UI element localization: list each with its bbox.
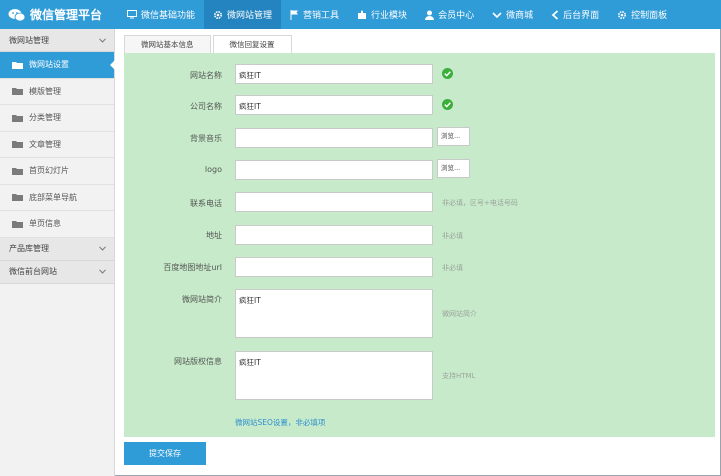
chevron-down-icon [99, 246, 106, 251]
tab-basic-info[interactable]: 微网站基本信息 [124, 35, 211, 53]
site-intro-label: 微网站简介 [182, 295, 222, 304]
check-icon [442, 68, 453, 79]
sidebar-item-label: 底部菜单导航 [29, 192, 77, 202]
sidebar-group-frontend[interactable]: 微信前台网站 [0, 260, 114, 284]
folder-icon [12, 220, 23, 228]
gear-icon [618, 10, 627, 19]
nav-control-panel[interactable]: 控制面板 [608, 0, 676, 29]
nav-label: 后台界面 [563, 11, 600, 21]
nav-industry[interactable]: 行业模块 [348, 0, 416, 29]
folder-icon [12, 141, 23, 149]
phone-hint: 非必填，区号+电话号码 [442, 199, 518, 207]
seo-settings-link[interactable]: 微网站SEO设置，非必填项 [235, 417, 325, 428]
chevron-down-icon [492, 11, 502, 18]
logo-input[interactable] [235, 160, 433, 180]
address-label: 地址 [206, 231, 222, 240]
sidebar-group-label: 微网站管理 [9, 35, 49, 45]
nav-label: 微网站管理 [227, 11, 273, 21]
nav-weixin-basic[interactable]: 微信基础功能 [118, 0, 204, 29]
folder-icon [12, 114, 23, 122]
site-intro-hint: 微网站简介 [442, 310, 477, 318]
chevron-down-icon [99, 37, 106, 43]
browse-music-button[interactable]: 浏览... [437, 127, 470, 146]
form-footer: 提交保存 [124, 437, 715, 470]
sidebar-group-label: 微信前台网站 [9, 267, 57, 276]
settings-tabs: 微网站基本信息 微信回复设置 [124, 35, 294, 53]
folder-icon [12, 88, 23, 96]
nav-backend[interactable]: 后台界面 [542, 0, 608, 29]
sidebar-item-label: 文章管理 [29, 139, 61, 149]
background-music-label: 背景音乐 [190, 134, 222, 143]
map-url-input[interactable] [235, 257, 433, 277]
monitor-icon [127, 10, 137, 19]
sidebar-item-label: 单页信息 [29, 219, 61, 229]
brand: 微信管理平台 [0, 0, 123, 29]
map-url-hint: 非必填 [442, 264, 463, 272]
chevron-down-icon [99, 269, 106, 274]
logo-label: logo [204, 165, 222, 174]
phone-input[interactable] [235, 192, 433, 212]
main-nav: 微信基础功能 微网站管理 营销工具 行业模块 会员中心 微商城 后台界面 控制面… [118, 0, 676, 29]
nav-marketing[interactable]: 营销工具 [281, 0, 348, 29]
sidebar-item-site-settings[interactable]: 微网站设置 [0, 52, 115, 79]
nav-label: 会员中心 [438, 11, 475, 21]
top-nav-bar: 微信管理平台 微信基础功能 微网站管理 营销工具 行业模块 会员中心 微商城 后… [0, 0, 721, 29]
nav-mall[interactable]: 微商城 [483, 0, 542, 29]
tab-reply-settings[interactable]: 微信回复设置 [212, 35, 292, 53]
copyright-textarea[interactable]: 疯狂IT [235, 351, 433, 400]
nav-label: 营销工具 [303, 11, 340, 21]
site-name-input[interactable]: 疯狂IT [235, 64, 433, 84]
sidebar-group-microsite[interactable]: 微网站管理 [0, 29, 114, 52]
nav-label: 微信基础功能 [141, 11, 196, 21]
phone-label: 联系电话 [190, 199, 222, 208]
nav-member[interactable]: 会员中心 [416, 0, 483, 29]
folder-icon [12, 61, 23, 69]
gear-icon [214, 10, 223, 19]
folder-icon [12, 194, 23, 202]
submit-save-button[interactable]: 提交保存 [124, 442, 206, 465]
sidebar-item-label: 模版管理 [29, 86, 61, 96]
form-panel: 网站名称 疯狂IT 公司名称 疯狂IT 背景音乐 浏览... logo 浏览..… [124, 53, 715, 437]
site-intro-textarea[interactable]: 疯狂IT [235, 289, 433, 338]
nav-label: 控制面板 [631, 11, 668, 21]
folder-icon [12, 167, 23, 175]
map-url-label: 百度地图地址url [163, 263, 222, 272]
check-icon [442, 99, 453, 110]
sidebar-item-articles[interactable]: 文章管理 [0, 132, 114, 158]
sidebar-item-label: 首页幻灯片 [29, 166, 69, 176]
sidebar-item-templates[interactable]: 模版管理 [0, 79, 114, 105]
sidebar-item-slideshow[interactable]: 首页幻灯片 [0, 158, 114, 185]
wechat-logo-icon [8, 8, 26, 21]
sidebar-item-single-page[interactable]: 单页信息 [0, 211, 114, 238]
brand-title: 微信管理平台 [30, 8, 103, 22]
site-name-label: 网站名称 [190, 71, 222, 80]
company-name-label: 公司名称 [190, 102, 222, 111]
nav-label: 行业模块 [371, 11, 408, 21]
copyright-label: 网站版权信息 [174, 357, 222, 366]
background-music-input[interactable] [235, 128, 433, 148]
flag-icon [290, 9, 299, 20]
sidebar-item-bottom-menu[interactable]: 底部菜单导航 [0, 185, 114, 211]
nav-microsite[interactable]: 微网站管理 [204, 0, 282, 29]
sidebar-item-categories[interactable]: 分类管理 [0, 105, 114, 132]
copyright-hint: 支持HTML [442, 372, 476, 380]
browse-logo-button[interactable]: 浏览... [437, 159, 470, 178]
user-icon [425, 10, 435, 20]
sidebar-item-label: 分类管理 [29, 113, 61, 123]
company-name-input[interactable]: 疯狂IT [235, 95, 433, 115]
address-input[interactable] [235, 225, 433, 245]
sidebar-item-label: 微网站设置 [29, 60, 69, 70]
sidebar-group-products[interactable]: 产品库管理 [0, 237, 114, 261]
address-hint: 非必填 [442, 232, 463, 240]
arrow-left-icon [551, 9, 559, 20]
puzzle-icon [358, 10, 367, 19]
sidebar-group-label: 产品库管理 [9, 244, 49, 253]
nav-label: 微商城 [506, 11, 534, 21]
sidebar: 微网站管理 微网站设置 模版管理 分类管理 文章管理 首页幻灯片 底部菜单导航 … [0, 29, 115, 476]
